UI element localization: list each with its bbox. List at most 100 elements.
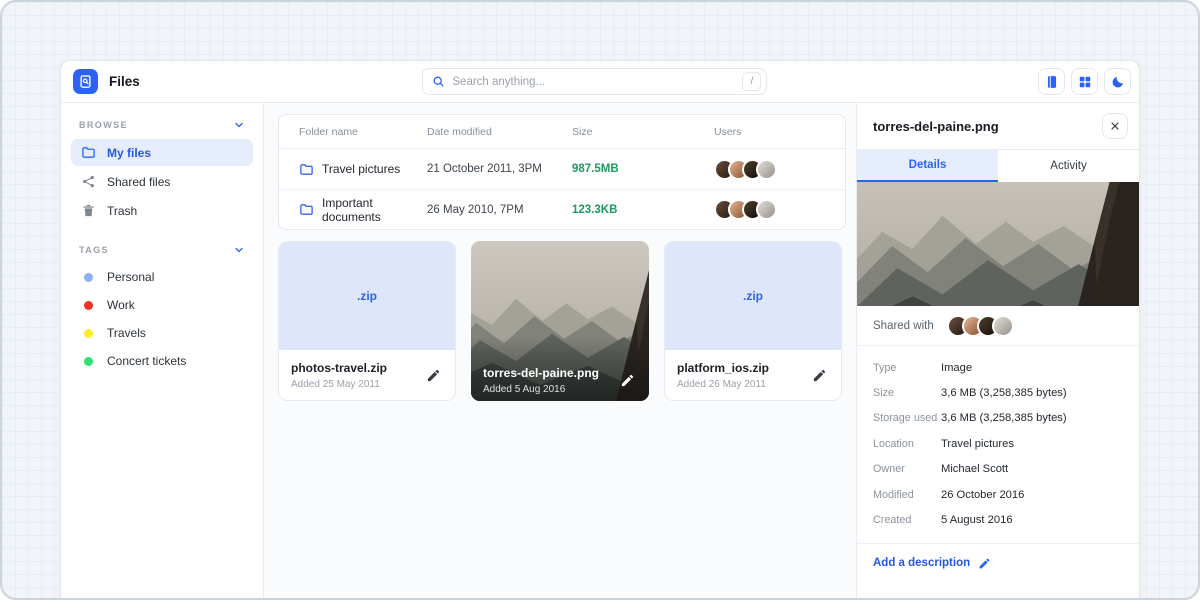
chevron-down-icon[interactable] xyxy=(233,119,245,131)
page-background: Files / xyxy=(0,0,1200,600)
tag-item-work[interactable]: Work xyxy=(71,292,253,318)
file-details-fields: Type Image Size 3,6 MB (3,258,385 bytes)… xyxy=(857,346,1139,544)
trash-icon xyxy=(81,203,96,218)
shared-with-avatars xyxy=(947,315,1014,337)
field-label: Created xyxy=(873,514,941,526)
grid-view-button[interactable] xyxy=(1071,68,1098,95)
file-preview-image xyxy=(857,182,1139,306)
field-label: Location xyxy=(873,438,941,450)
search-input[interactable] xyxy=(452,76,742,88)
folder-icon xyxy=(299,202,314,217)
file-name: platform_ios.zip xyxy=(677,361,810,375)
shared-with-label: Shared with xyxy=(873,320,934,332)
tag-label: Personal xyxy=(107,270,154,284)
browse-section-header[interactable]: BROWSE xyxy=(71,113,253,139)
sidebar-item-label: Shared files xyxy=(107,175,170,189)
folder-icon xyxy=(299,162,314,177)
sidebar-item-trash[interactable]: Trash xyxy=(71,197,253,224)
table-row-important-documents[interactable]: Important documents 26 May 2010, 7PM 123… xyxy=(279,189,845,229)
folder-icon xyxy=(81,145,96,160)
field-value: 3,6 MB (3,258,385 bytes) xyxy=(941,412,1067,424)
field-label: Type xyxy=(873,362,941,374)
zip-badge-area: .zip xyxy=(665,242,841,350)
tag-item-concert-tickets[interactable]: Concert tickets xyxy=(71,348,253,374)
tags-section-label: TAGS xyxy=(79,245,109,255)
tab-details[interactable]: Details xyxy=(857,150,998,182)
folder-name: Important documents xyxy=(322,196,427,224)
users-avatars xyxy=(714,159,825,180)
file-added-date: Added 25 May 2011 xyxy=(291,379,424,390)
field-value: 3,6 MB (3,258,385 bytes) xyxy=(941,387,1067,399)
sidebar-item-label: My files xyxy=(107,146,151,160)
top-bar: Files / xyxy=(61,61,1139,103)
folder-size: 987.5MB xyxy=(572,163,714,175)
sidebar-item-shared-files[interactable]: Shared files xyxy=(71,168,253,195)
tab-activity[interactable]: Activity xyxy=(998,150,1139,182)
zip-badge-area: .zip xyxy=(279,242,455,350)
main-content: Folder name Date modified Size Users xyxy=(264,103,856,600)
sidebar-item-my-files[interactable]: My files xyxy=(71,139,253,166)
field-label: Storage used xyxy=(873,412,941,424)
search-zone: / xyxy=(140,68,1038,95)
table-row-travel-pictures[interactable]: Travel pictures 21 October 2011, 3PM 987… xyxy=(279,149,845,189)
topbar-actions xyxy=(1038,68,1131,95)
tag-color-dot xyxy=(84,273,93,282)
field-modified: Modified 26 October 2016 xyxy=(873,482,1123,507)
zip-badge: .zip xyxy=(357,289,377,303)
tags-section-header[interactable]: TAGS xyxy=(71,238,253,264)
field-value: Michael Scott xyxy=(941,463,1008,475)
search-shortcut-badge: / xyxy=(742,72,761,91)
field-value: 5 August 2016 xyxy=(941,514,1013,526)
users-avatars xyxy=(714,199,825,220)
field-label: Size xyxy=(873,387,941,399)
file-card-photos-travel-zip[interactable]: .zip photos-travel.zip Added 25 May 2011 xyxy=(278,241,456,401)
field-label: Owner xyxy=(873,463,941,475)
grid-icon xyxy=(1078,75,1092,89)
moon-icon xyxy=(1111,75,1125,89)
tag-item-travels[interactable]: Travels xyxy=(71,320,253,346)
zip-badge: .zip xyxy=(743,289,763,303)
edit-file-button[interactable] xyxy=(810,366,829,385)
avatar xyxy=(992,315,1014,337)
edit-file-button[interactable] xyxy=(618,371,637,390)
field-size: Size 3,6 MB (3,258,385 bytes) xyxy=(873,380,1123,405)
sidebar: BROWSE My files xyxy=(61,103,264,600)
folder-name: Travel pictures xyxy=(322,162,400,176)
pencil-icon[interactable] xyxy=(978,557,991,570)
edit-file-button[interactable] xyxy=(424,366,443,385)
tag-item-personal[interactable]: Personal xyxy=(71,264,253,290)
field-storage-used: Storage used 3,6 MB (3,258,385 bytes) xyxy=(873,406,1123,431)
avatar xyxy=(756,199,777,220)
tag-color-dot xyxy=(84,301,93,310)
field-location: Location Travel pictures xyxy=(873,431,1123,456)
library-button[interactable] xyxy=(1038,68,1065,95)
file-added-date: Added 26 May 2011 xyxy=(677,379,810,390)
selected-file-title: torres-del-paine.png xyxy=(873,119,1102,134)
field-value: Travel pictures xyxy=(941,438,1014,450)
details-panel: torres-del-paine.png Details Activity S xyxy=(856,103,1139,600)
avatar xyxy=(756,159,777,180)
tag-label: Work xyxy=(107,298,135,312)
field-value: 26 October 2016 xyxy=(941,489,1024,501)
tag-color-dot xyxy=(84,329,93,338)
file-card-torres-del-paine-png[interactable]: torres-del-paine.png Added 5 Aug 2016 xyxy=(471,241,649,401)
field-owner: Owner Michael Scott xyxy=(873,457,1123,482)
app-logo xyxy=(73,69,98,94)
close-panel-button[interactable] xyxy=(1102,113,1128,139)
date-modified: 21 October 2011, 3PM xyxy=(427,163,572,175)
search-bar[interactable]: / xyxy=(422,68,767,95)
search-icon xyxy=(432,75,445,88)
tag-color-dot xyxy=(84,357,93,366)
pencil-icon xyxy=(426,368,441,383)
details-panel-header: torres-del-paine.png xyxy=(857,103,1139,150)
file-card-platform-ios-zip[interactable]: .zip platform_ios.zip Added 26 May 2011 xyxy=(664,241,842,401)
field-type: Type Image xyxy=(873,355,1123,380)
add-description-link[interactable]: Add a description xyxy=(873,557,970,569)
table-header: Folder name Date modified Size Users xyxy=(279,115,845,149)
column-header-users: Users xyxy=(714,126,825,138)
app-window: Files / xyxy=(60,60,1140,600)
field-value: Image xyxy=(941,362,972,374)
chevron-down-icon[interactable] xyxy=(233,244,245,256)
file-cards: .zip photos-travel.zip Added 25 May 2011 xyxy=(278,241,846,401)
dark-mode-toggle[interactable] xyxy=(1104,68,1131,95)
